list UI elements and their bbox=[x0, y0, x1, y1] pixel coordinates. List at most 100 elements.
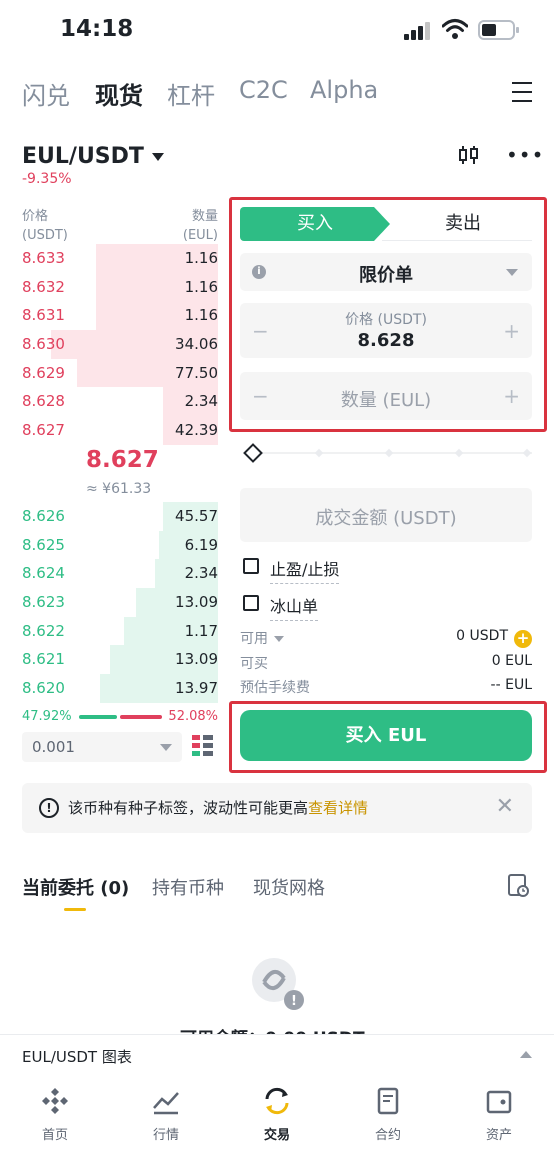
row-qty: 34.06 bbox=[175, 335, 218, 354]
ask-row[interactable]: 8.633 1.16 bbox=[22, 244, 218, 273]
slider-handle[interactable] bbox=[243, 443, 263, 463]
tab-open-orders[interactable]: 当前委托 (0) bbox=[22, 874, 129, 900]
sell-tab[interactable]: 卖出 bbox=[382, 207, 532, 241]
candlestick-icon[interactable] bbox=[458, 145, 480, 165]
last-price[interactable]: 8.627 bbox=[86, 447, 159, 473]
quantity-placeholder: 数量 (EUL) bbox=[340, 390, 432, 411]
amount-slider[interactable] bbox=[243, 443, 532, 463]
bid-row[interactable]: 8.622 1.17 bbox=[22, 616, 218, 646]
qty-header: 数量 bbox=[191, 209, 218, 224]
nav-trade[interactable]: 交易 bbox=[232, 1086, 322, 1143]
nav-futures[interactable]: 合约 bbox=[343, 1086, 433, 1143]
row-qty: 45.57 bbox=[175, 507, 218, 525]
depth-step-select[interactable]: 0.001 bbox=[22, 732, 182, 762]
asks-list: 8.633 1.16 8.632 1.16 8.631 1.16 8.630 34.06 8.6… bbox=[22, 244, 218, 445]
tab-holdings[interactable]: 持有币种 bbox=[152, 874, 224, 900]
tp-sl-label: 止盈/止损 bbox=[270, 556, 340, 584]
row-price: 8.622 bbox=[22, 621, 65, 640]
bid-row[interactable]: 8.624 2.34 bbox=[22, 559, 218, 589]
row-qty: 1.17 bbox=[184, 621, 218, 640]
price-header: 价格 bbox=[22, 209, 49, 224]
row-qty: 13.97 bbox=[175, 679, 218, 698]
tp-sl-checkbox[interactable]: 止盈/止损 bbox=[243, 556, 363, 584]
pair-symbol: EUL/USDT bbox=[22, 144, 144, 169]
price-caption: 价格 (USDT) bbox=[345, 312, 427, 328]
bid-row[interactable]: 8.623 13.09 bbox=[22, 588, 218, 617]
fee-label: 预估手续费 bbox=[240, 680, 310, 696]
ask-row[interactable]: 8.632 1.16 bbox=[22, 272, 218, 302]
caret-down-icon bbox=[151, 153, 164, 161]
can-buy-value: 0 EUL bbox=[491, 653, 532, 669]
quantity-input[interactable]: − 数量 (EUL) + bbox=[240, 372, 532, 420]
row-qty: 42.39 bbox=[175, 421, 218, 440]
row-qty: 1.16 bbox=[184, 277, 218, 296]
price-plus-button[interactable]: + bbox=[503, 319, 520, 343]
notice-link[interactable]: 查看详情 bbox=[308, 799, 368, 817]
buy-sell-switch: 买入 卖出 bbox=[240, 207, 532, 241]
buy-ratio: 47.92% bbox=[22, 709, 72, 724]
chevron-up-icon bbox=[520, 1051, 532, 1058]
row-price: 8.626 bbox=[22, 507, 65, 525]
nav-assets[interactable]: 资产 bbox=[454, 1086, 544, 1143]
status-bar: 14:18 bbox=[0, 0, 554, 60]
home-icon bbox=[42, 1088, 68, 1114]
price-input[interactable]: − 价格 (USDT) 8.628 + bbox=[240, 303, 532, 358]
iceberg-label: 冰山单 bbox=[270, 593, 319, 621]
order-history-icon[interactable] bbox=[508, 874, 530, 898]
available-selector[interactable]: 可用 bbox=[240, 628, 284, 648]
svg-text:!: ! bbox=[291, 994, 297, 1009]
ask-row[interactable]: 8.629 77.50 bbox=[22, 358, 218, 388]
chart-drawer[interactable]: EUL/USDT 图表 bbox=[0, 1034, 554, 1074]
fee-value: -- EUL bbox=[490, 677, 532, 693]
order-type-select[interactable]: i 限价单 bbox=[240, 253, 532, 291]
tab-convert[interactable]: 闪兑 bbox=[22, 76, 70, 111]
orderbook-layout-icon[interactable] bbox=[192, 735, 214, 757]
ask-row[interactable]: 8.627 42.39 bbox=[22, 416, 218, 445]
top-tabs: 闪兑 现货 杠杆 C2C Alpha bbox=[22, 76, 532, 112]
chart-drawer-label: EUL/USDT 图表 bbox=[22, 1048, 132, 1066]
deposit-plus-icon[interactable]: + bbox=[514, 630, 532, 648]
row-price: 8.620 bbox=[22, 679, 65, 698]
row-price: 8.628 bbox=[22, 392, 65, 411]
qty-plus-button[interactable]: + bbox=[503, 384, 520, 408]
tab-c2c[interactable]: C2C bbox=[239, 76, 288, 104]
tab-alpha[interactable]: Alpha bbox=[310, 76, 378, 104]
tab-margin[interactable]: 杠杆 bbox=[167, 76, 215, 111]
bid-row[interactable]: 8.625 6.19 bbox=[22, 530, 218, 560]
nav-markets[interactable]: 行情 bbox=[121, 1086, 211, 1143]
ask-row[interactable]: 8.628 2.34 bbox=[22, 387, 218, 417]
buy-button[interactable]: 买入 EUL bbox=[240, 710, 532, 761]
tab-spot[interactable]: 现货 bbox=[95, 76, 143, 111]
row-qty: 2.34 bbox=[184, 564, 218, 583]
close-icon[interactable]: ✕ bbox=[496, 794, 514, 819]
last-price-fiat: ≈ ¥61.33 bbox=[86, 481, 152, 497]
bids-list: 8.626 45.57 8.625 6.19 8.624 2.34 8.623 13.09 8.… bbox=[22, 502, 218, 703]
bid-row[interactable]: 8.620 13.97 bbox=[22, 674, 218, 703]
row-price: 8.625 bbox=[22, 535, 65, 554]
bid-row[interactable]: 8.621 13.09 bbox=[22, 645, 218, 675]
iceberg-checkbox[interactable]: 冰山单 bbox=[243, 593, 363, 621]
price-unit: (USDT) bbox=[22, 228, 68, 243]
markets-icon bbox=[153, 1092, 179, 1115]
more-icon[interactable]: ••• bbox=[506, 145, 544, 165]
tab-spot-grid[interactable]: 现货网格 bbox=[253, 874, 325, 900]
total-input[interactable]: 成交金额 (USDT) bbox=[240, 488, 532, 542]
bid-row[interactable]: 8.626 45.57 bbox=[22, 502, 218, 531]
row-qty: 13.09 bbox=[175, 593, 218, 612]
signal-icon bbox=[404, 22, 430, 40]
buy-tab[interactable]: 买入 bbox=[240, 207, 390, 241]
row-price: 8.631 bbox=[22, 306, 65, 325]
status-time: 14:18 bbox=[60, 16, 134, 42]
wifi-icon bbox=[442, 19, 468, 39]
price-change: -9.35% bbox=[22, 171, 72, 187]
nav-home[interactable]: 首页 bbox=[10, 1086, 100, 1143]
pair-selector[interactable]: EUL/USDT bbox=[22, 144, 164, 169]
total-placeholder: 成交金额 (USDT) bbox=[315, 508, 457, 529]
price-value: 8.628 bbox=[357, 330, 415, 351]
row-price: 8.621 bbox=[22, 650, 65, 669]
ask-row[interactable]: 8.631 1.16 bbox=[22, 301, 218, 331]
menu-icon[interactable] bbox=[512, 82, 532, 102]
ask-row[interactable]: 8.630 34.06 bbox=[22, 330, 218, 359]
bottom-nav: 首页 行情 交易 合约 资产 bbox=[0, 1074, 554, 1169]
can-buy-label: 可买 bbox=[240, 656, 268, 672]
